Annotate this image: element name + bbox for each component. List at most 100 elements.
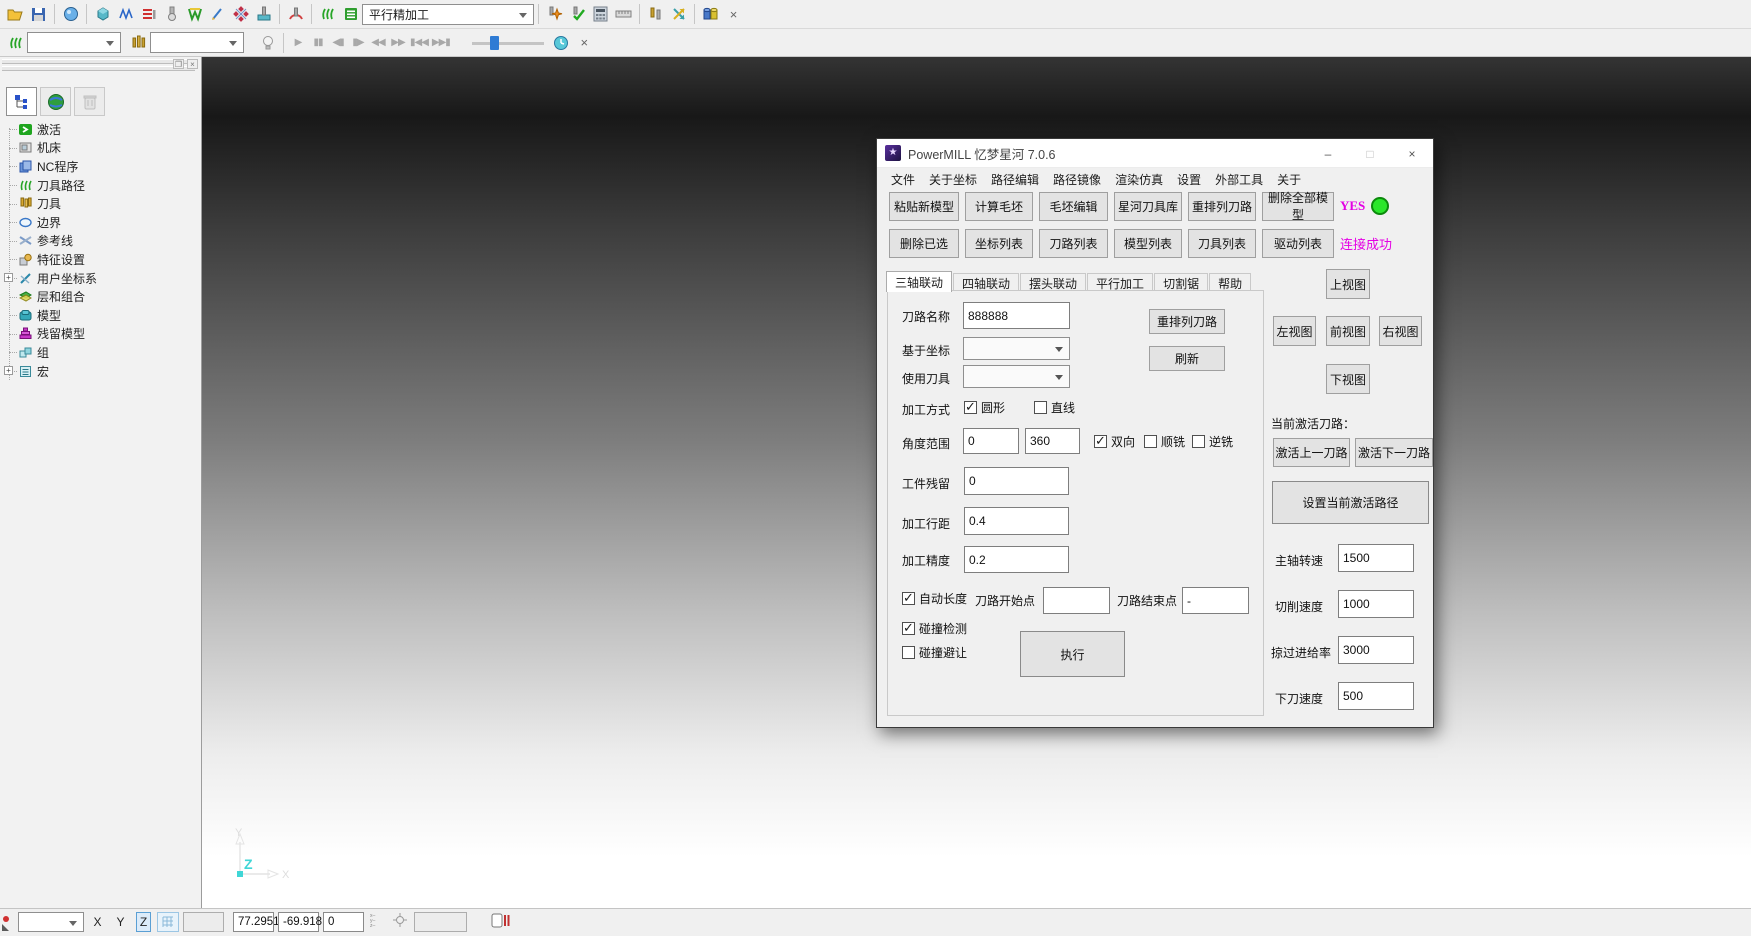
lightbulb-icon[interactable] <box>256 31 279 55</box>
grid-snap-button[interactable] <box>157 912 179 932</box>
toolpath-spring-icon[interactable] <box>4 31 27 55</box>
stock-input[interactable] <box>964 467 1069 495</box>
plunge-feed-input[interactable] <box>1338 682 1414 710</box>
start-point-input[interactable] <box>1043 587 1110 614</box>
collision-check-checkbox[interactable]: 碰撞检测 <box>902 620 967 637</box>
linear-checkbox[interactable]: 直线 <box>1034 399 1075 416</box>
tool-arc-icon[interactable] <box>284 2 307 26</box>
tab-globe[interactable] <box>40 87 71 116</box>
circular-checkbox[interactable]: 圆形 <box>964 399 1005 416</box>
calculator-icon[interactable] <box>589 2 612 26</box>
delete-selected-button[interactable]: 删除已选 <box>889 229 959 258</box>
close-toolbar-icon[interactable]: × <box>722 2 745 26</box>
close-button[interactable]: × <box>1391 139 1433 168</box>
block-edit-button[interactable]: 毛坯编辑 <box>1039 192 1108 221</box>
ruler-icon[interactable] <box>612 2 635 26</box>
tree-item-levels-sets[interactable]: 层和组合 <box>0 287 201 306</box>
tree-item-groups[interactable]: 组 <box>0 343 201 362</box>
play-button[interactable]: ▶ <box>290 32 306 54</box>
axis-z-button[interactable]: Z <box>136 912 151 932</box>
step-back-button[interactable]: ◀▮ <box>330 32 346 54</box>
status-empty-field-2[interactable] <box>414 912 467 932</box>
toolpath-list-icon[interactable] <box>339 2 362 26</box>
toolpath-zigzag-icon[interactable] <box>114 2 137 26</box>
menu-render-sim[interactable]: 渲染仿真 <box>1115 171 1163 188</box>
tree-item-activate[interactable]: 激活 <box>0 120 201 139</box>
toolpath-list-button[interactable]: 刀路列表 <box>1039 229 1108 258</box>
tree-item-patterns[interactable]: 参考线 <box>0 232 201 251</box>
tab-3axis[interactable]: 三轴联动 <box>886 271 952 292</box>
open-file-icon[interactable] <box>4 2 27 26</box>
tool-star-icon[interactable] <box>543 2 566 26</box>
toolpath-name-input[interactable] <box>963 302 1070 329</box>
tree-item-feature-sets[interactable]: 特征设置 <box>0 250 201 269</box>
tolerance-input[interactable] <box>964 546 1069 573</box>
float-panel-button[interactable]: ❐ <box>173 59 184 69</box>
tree-item-models[interactable]: 模型 <box>0 306 201 325</box>
view-top-button[interactable]: 上视图 <box>1326 269 1370 299</box>
maximize-button[interactable]: □ <box>1349 139 1391 168</box>
drive-list-button[interactable]: 驱动列表 <box>1262 229 1334 258</box>
activate-prev-toolpath-button[interactable]: 激活上一刀路 <box>1273 438 1350 467</box>
menu-settings[interactable]: 设置 <box>1177 171 1201 188</box>
status-dropdown[interactable] <box>18 912 84 932</box>
menu-about[interactable]: 关于 <box>1277 171 1301 188</box>
boundary-w-icon[interactable] <box>183 2 206 26</box>
menu-path-mirror[interactable]: 路径镜像 <box>1053 171 1101 188</box>
spindle-speed-input[interactable] <box>1338 544 1414 572</box>
clock-icon[interactable] <box>550 31 573 55</box>
angle-from-input[interactable] <box>963 428 1019 454</box>
page-pause-icon[interactable] <box>491 912 510 932</box>
minimize-button[interactable]: – <box>1307 139 1349 168</box>
coordinate-y-field[interactable]: -69.918 <box>278 912 319 932</box>
panel-grip[interactable] <box>2 66 195 71</box>
menu-file[interactable]: 文件 <box>891 171 915 188</box>
execute-button[interactable]: 执行 <box>1020 631 1125 677</box>
two-tools-icon[interactable] <box>644 2 667 26</box>
save-icon[interactable] <box>27 2 50 26</box>
status-corner-widget[interactable] <box>0 911 16 933</box>
block-icon[interactable] <box>91 2 114 26</box>
toolpath-spring-icon[interactable] <box>316 2 339 26</box>
view-front-button[interactable]: 前视图 <box>1326 316 1370 346</box>
tree-item-machine[interactable]: 机床 <box>0 139 201 158</box>
expand-box[interactable]: + <box>4 366 13 375</box>
xyz-list-icon[interactable]: x–y–z– <box>370 912 384 931</box>
tree-item-nc-programs[interactable]: NC程序 <box>0 157 201 176</box>
conventional-checkbox[interactable]: 逆铣 <box>1192 433 1233 450</box>
set-active-path-button[interactable]: 设置当前激活路径 <box>1272 481 1429 524</box>
compute-block-button[interactable]: 计算毛坯 <box>965 192 1033 221</box>
stepover-input[interactable] <box>964 507 1069 535</box>
axis-y-button[interactable]: Y <box>113 912 128 932</box>
activate-next-toolpath-button[interactable]: 激活下一刀路 <box>1355 438 1433 467</box>
end-point-input[interactable] <box>1182 587 1249 614</box>
refresh-button[interactable]: 刷新 <box>1149 346 1225 371</box>
go-to-start-button[interactable]: ▮◀◀ <box>410 32 428 54</box>
cylinders-icon[interactable] <box>699 2 722 26</box>
menu-path-edit[interactable]: 路径编辑 <box>991 171 1039 188</box>
view-right-button[interactable]: 右视图 <box>1379 316 1422 346</box>
fast-forward-button[interactable]: ▶▶ <box>390 32 406 54</box>
go-to-end-button[interactable]: ▶▶▮ <box>432 32 450 54</box>
menu-external-tools[interactable]: 外部工具 <box>1215 171 1263 188</box>
climb-checkbox[interactable]: 顺铣 <box>1144 433 1185 450</box>
simulation-speed-slider[interactable] <box>472 33 544 53</box>
delete-all-models-button[interactable]: 删除全部模型 <box>1262 192 1334 221</box>
tool-group-icon[interactable] <box>127 31 150 55</box>
pause-button[interactable]: ▮▮ <box>310 32 326 54</box>
pattern-pencil-icon[interactable] <box>206 2 229 26</box>
tree-item-stock-models[interactable]: 残留模型 <box>0 325 201 344</box>
paste-new-model-button[interactable]: 粘贴新模型 <box>889 192 959 221</box>
tool-list-button[interactable]: 刀具列表 <box>1188 229 1256 258</box>
step-forward-button[interactable]: ▮▶ <box>350 32 366 54</box>
tree-item-macros[interactable]: + 宏 <box>0 362 201 381</box>
points-diamond-icon[interactable] <box>229 2 252 26</box>
bidirectional-checkbox[interactable]: 双向 <box>1094 433 1135 450</box>
panel-grip[interactable] <box>2 59 195 64</box>
rewind-button[interactable]: ◀◀ <box>370 32 386 54</box>
feedrate-lines-icon[interactable] <box>137 2 160 26</box>
tree-item-boundaries[interactable]: 边界 <box>0 213 201 232</box>
angle-to-input[interactable] <box>1025 428 1080 454</box>
strategy-dropdown[interactable]: 平行精加工 <box>362 4 534 25</box>
view-left-button[interactable]: 左视图 <box>1273 316 1316 346</box>
